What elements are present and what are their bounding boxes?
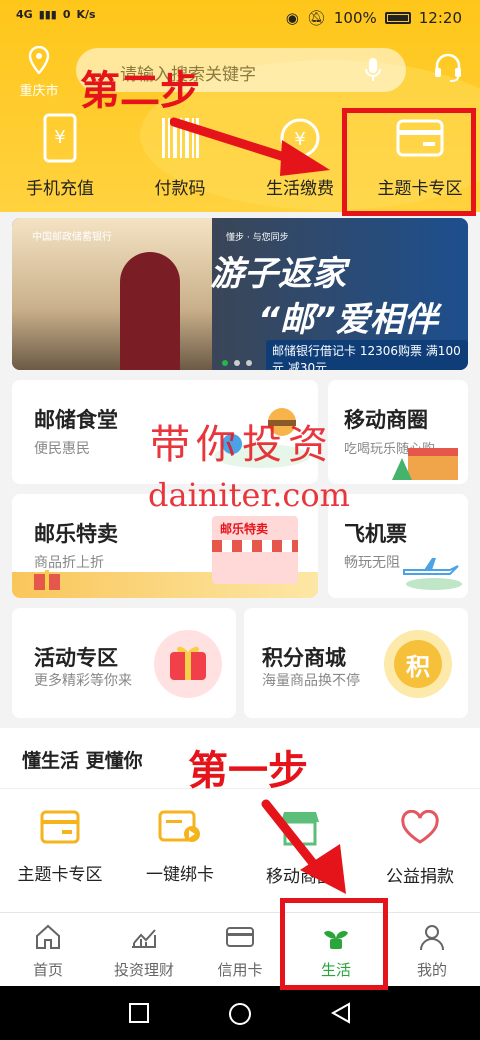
card-icon [40, 810, 80, 844]
signal-icon: ▮▮▮ [38, 8, 57, 21]
speed-unit: K/s [76, 8, 96, 21]
tab-mine[interactable]: 我的 [384, 923, 480, 980]
card-title: 邮储食堂 [34, 408, 118, 432]
tab-label: 投资理财 [113, 961, 174, 979]
phone-yuan-icon: ¥ [43, 113, 77, 163]
tab-investment[interactable]: 投资理财 [96, 923, 192, 980]
pagination-dot [234, 360, 240, 366]
bind-card-icon [158, 810, 200, 842]
system-nav-bar [0, 986, 480, 1040]
mute-icon: 🔕︎ [306, 9, 326, 27]
tab-home[interactable]: 首页 [0, 923, 96, 980]
card-title: 邮乐特卖 [34, 522, 118, 546]
annotation-step1-label: 第一步 [188, 747, 308, 794]
tab-label: 信用卡 [217, 961, 263, 979]
card-subtitle: 便民惠民 [34, 441, 90, 457]
location-pin-icon [28, 46, 50, 74]
banner-pagination [222, 360, 252, 366]
service-charity[interactable]: 公益捐款 [360, 809, 480, 887]
battery-icon [384, 12, 411, 24]
gift-box-icon [154, 630, 222, 698]
back-icon[interactable] [330, 1002, 352, 1024]
section-title: 懂生活 更懂你 [22, 750, 143, 772]
home-button-icon[interactable] [228, 1002, 252, 1026]
chart-icon [132, 929, 156, 948]
storefront-badge: 邮乐特卖 [220, 522, 269, 536]
speed-value: 0 [62, 8, 71, 21]
tab-label: 首页 [32, 961, 63, 979]
points-coin-label: 积 [394, 640, 442, 688]
annotation-arrow-step1-icon [261, 799, 346, 894]
awning-decoration [212, 540, 298, 552]
home-icon [36, 924, 60, 949]
card-subtitle: 海量商品换不停 [262, 673, 360, 689]
status-bar: 4G ▮▮▮ 0 K/s ◉ 🔕︎ 100% 12:20 [0, 0, 480, 36]
card-title: 活动专区 [34, 646, 118, 670]
customer-service-icon[interactable] [432, 52, 464, 84]
card-title: 飞机票 [344, 522, 407, 546]
quick-action-recharge[interactable]: ¥ 手机充值 [0, 112, 120, 199]
card-mobile-mall[interactable]: 移动商圈 吃喝玩乐随心购 [328, 380, 468, 484]
service-label: 公益捐款 [386, 867, 454, 887]
service-label: 一键绑卡 [146, 865, 214, 885]
service-bind-card[interactable]: 一键绑卡 [120, 810, 240, 885]
credit-card-icon [226, 927, 254, 947]
quick-action-label: 手机充值 [26, 179, 94, 199]
svg-text:¥: ¥ [54, 127, 65, 148]
annotation-box-step1 [280, 898, 388, 990]
banner-title-line1: 游子返家 [210, 254, 346, 294]
banner-figures [120, 252, 180, 370]
eye-icon: ◉ [285, 9, 299, 27]
service-theme-card[interactable]: 主题卡专区 [0, 810, 120, 885]
airplane-illustration-icon [403, 558, 462, 590]
card-subtitle: 畅玩无阻 [344, 555, 400, 571]
card-points-mall[interactable]: 积分商城 海量商品换不停 积 [244, 608, 468, 718]
storefront-illustration: 邮乐特卖 [212, 516, 298, 584]
pagination-dot [246, 360, 252, 366]
network-label: 4G [16, 8, 33, 21]
heart-icon [401, 809, 439, 844]
gift-icon [34, 570, 60, 590]
banner-title-line2: “邮”爱相伴 [258, 300, 438, 340]
tab-credit-card[interactable]: 信用卡 [192, 923, 288, 980]
watermark-line2: dainiter.com [148, 476, 350, 514]
card-subtitle: 更多精彩等你来 [34, 673, 132, 689]
location-selector[interactable]: 重庆市 [14, 46, 64, 99]
card-activities[interactable]: 活动专区 更多精彩等你来 [12, 608, 236, 718]
microphone-icon[interactable] [364, 57, 382, 83]
clock: 12:20 [418, 9, 462, 27]
annotation-box-step2 [342, 108, 476, 216]
recents-icon[interactable] [128, 1002, 150, 1024]
tab-label: 我的 [416, 961, 447, 979]
battery-percent: 100% [333, 9, 377, 27]
card-title: 积分商城 [262, 646, 346, 670]
city-label: 重庆市 [19, 84, 59, 99]
banner-slogan: 懂步 · 与您同步 [226, 233, 289, 243]
user-icon [420, 925, 444, 951]
card-title: 移动商圈 [344, 408, 428, 432]
watermark-line1: 带你投资 [150, 422, 334, 468]
bottom-tab-bar: 首页 投资理财 信用卡 生活 我的 [0, 912, 480, 986]
annotation-step2-label: 第二步 [80, 67, 200, 114]
service-label: 主题卡专区 [17, 865, 103, 885]
points-coin-icon: 积 [384, 630, 452, 698]
promo-banner[interactable]: 中国邮政储蓄银行 懂步 · 与您同步 游子返家 “邮”爱相伴 邮储银行借记卡 1… [12, 218, 468, 370]
bank-name: 中国邮政储蓄银行 [32, 232, 112, 243]
shop-illustration-icon [392, 448, 458, 480]
annotation-arrow-step2-icon [170, 117, 330, 176]
banner-promo: 邮储银行借记卡 12306购票 满100元 减30元 [266, 340, 468, 370]
pagination-dot-active [222, 360, 228, 366]
